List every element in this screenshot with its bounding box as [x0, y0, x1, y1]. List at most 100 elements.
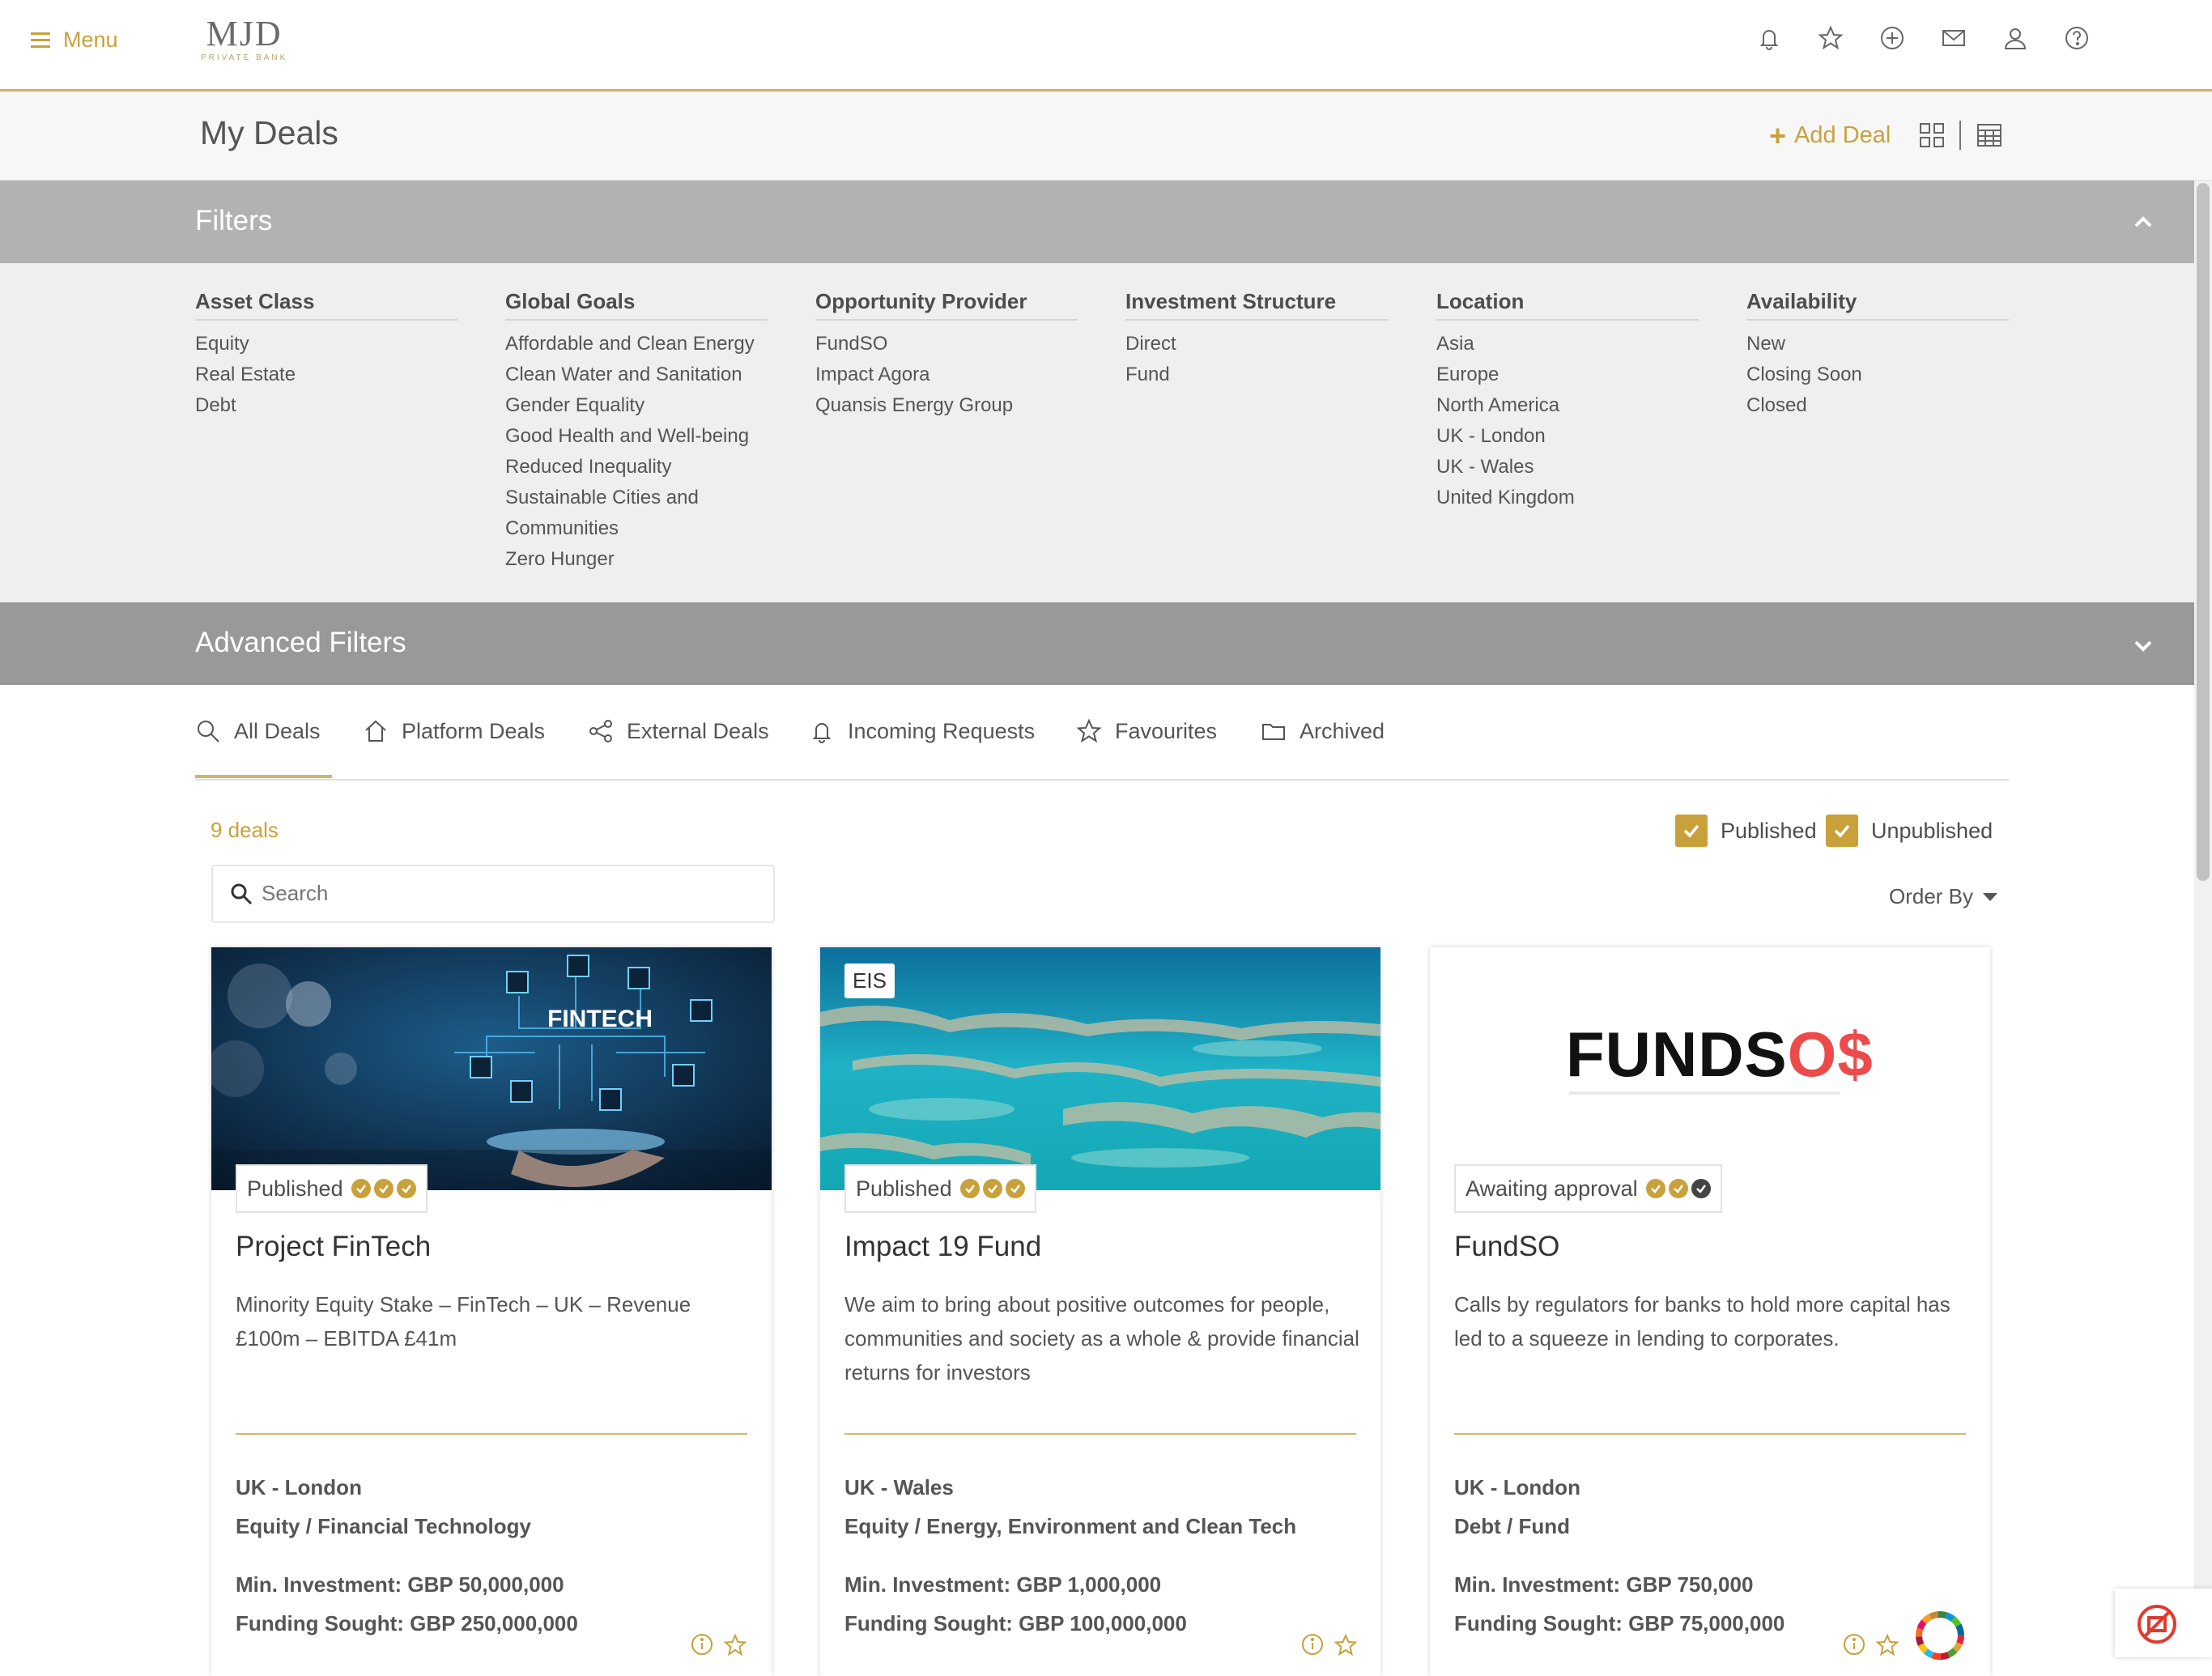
- info-icon[interactable]: [691, 1633, 713, 1656]
- funding-sought: Funding Sought: GBP 100,000,000: [844, 1611, 1187, 1636]
- tab-all-deals[interactable]: All Deals: [195, 718, 321, 744]
- favourite-star-icon[interactable]: [723, 1633, 747, 1657]
- filter-option[interactable]: New: [1746, 329, 2009, 359]
- divider: [236, 1433, 747, 1435]
- filters-header[interactable]: Filters: [0, 181, 2194, 263]
- filter-option[interactable]: Real Estate: [195, 359, 457, 390]
- filter-option[interactable]: Europe: [1436, 359, 1699, 390]
- filter-option[interactable]: North America: [1436, 390, 1699, 421]
- logo-text-red: O$: [1787, 1019, 1874, 1090]
- order-by-dropdown[interactable]: Order By: [1889, 884, 1998, 909]
- star-icon: [1076, 718, 1102, 743]
- deal-image: FUNDSO$: [1430, 947, 1990, 1190]
- unpublished-checkbox[interactable]: Unpublished: [1826, 815, 1993, 847]
- filter-column-availability: Availability New Closing Soon Closed: [1746, 289, 2009, 421]
- deal-location: UK - London: [236, 1475, 362, 1499]
- deal-title[interactable]: Impact 19 Fund: [844, 1231, 1041, 1263]
- deal-title[interactable]: Project FinTech: [236, 1231, 431, 1263]
- tab-favourites[interactable]: Favourites: [1076, 718, 1217, 744]
- filter-option[interactable]: United Kingdom: [1436, 483, 1699, 513]
- filter-option[interactable]: Quansis Energy Group: [815, 390, 1078, 421]
- deal-count: 9 deals: [211, 818, 279, 842]
- caret-down-icon: [1983, 892, 1998, 901]
- favourite-star-icon[interactable]: [1875, 1633, 1899, 1657]
- tab-incoming-requests[interactable]: Incoming Requests: [809, 718, 1035, 744]
- filter-option[interactable]: Closed: [1746, 390, 2009, 421]
- filter-option[interactable]: Communities: [505, 513, 768, 544]
- check-circle-icon: [1005, 1179, 1025, 1198]
- grid-view-icon[interactable]: [1919, 122, 1945, 148]
- status-badge: Published: [236, 1164, 428, 1213]
- info-icon[interactable]: [1301, 1633, 1324, 1656]
- filter-heading: Opportunity Provider: [815, 289, 1078, 321]
- add-deal-button[interactable]: + Add Deal: [1769, 118, 1891, 152]
- filter-option[interactable]: Sustainable Cities and: [505, 483, 768, 513]
- min-investment: Min. Investment: GBP 50,000,000: [236, 1572, 564, 1597]
- fundso-logo: FUNDSO$: [1566, 1022, 1874, 1087]
- deal-card[interactable]: EIS Published Impact 19 Fund We aim to b…: [820, 947, 1380, 1676]
- search-box: [211, 865, 775, 923]
- deal-title[interactable]: FundSO: [1454, 1231, 1559, 1263]
- deal-category: Equity / Energy, Environment and Clean T…: [844, 1514, 1297, 1538]
- advanced-filters-title: Advanced Filters: [195, 627, 406, 658]
- filter-option[interactable]: Direct: [1125, 329, 1388, 359]
- eis-tag: EIS: [844, 963, 895, 998]
- filter-option[interactable]: Affordable and Clean Energy: [505, 329, 768, 359]
- funding-sought: Funding Sought: GBP 75,000,000: [1454, 1611, 1785, 1636]
- checkmark-icon: [1826, 815, 1858, 847]
- tab-label: Favourites: [1115, 718, 1218, 743]
- deal-image: FINTECH: [211, 947, 772, 1190]
- filter-option[interactable]: Asia: [1436, 329, 1699, 359]
- filter-option[interactable]: Debt: [195, 390, 457, 421]
- scrollbar-thumb[interactable]: [2197, 183, 2210, 881]
- bell-icon[interactable]: [1755, 24, 1783, 52]
- check-circle-icon: [1691, 1179, 1711, 1198]
- deal-card[interactable]: FINTECH Published Project FinTech Minori…: [211, 947, 772, 1676]
- approval-ticks: [351, 1179, 416, 1198]
- deal-card[interactable]: FUNDSO$ Awaiting approval FundSO Calls b…: [1430, 947, 1990, 1676]
- search-input[interactable]: [260, 876, 749, 910]
- info-icon[interactable]: [1843, 1633, 1865, 1656]
- filter-option[interactable]: Zero Hunger: [505, 544, 768, 575]
- filter-option[interactable]: FundSO: [815, 329, 1078, 359]
- plus-circle-icon[interactable]: [1878, 24, 1906, 52]
- tab-external-deals[interactable]: External Deals: [588, 718, 769, 744]
- filter-heading: Availability: [1746, 289, 2009, 321]
- plus-icon: +: [1769, 118, 1787, 152]
- filter-option[interactable]: Clean Water and Sanitation: [505, 359, 768, 390]
- filter-option[interactable]: Gender Equality: [505, 390, 768, 421]
- tab-platform-deals[interactable]: Platform Deals: [363, 718, 545, 744]
- filter-option[interactable]: Reduced Inequality: [505, 452, 768, 483]
- user-icon[interactable]: [2001, 24, 2029, 52]
- deal-description: Minority Equity Stake – FinTech – UK – R…: [236, 1292, 691, 1351]
- help-icon[interactable]: [2063, 24, 2091, 52]
- table-view-icon[interactable]: [1976, 123, 2002, 147]
- star-icon[interactable]: [1817, 24, 1844, 52]
- check-circle-icon: [373, 1179, 393, 1198]
- advanced-filters-header[interactable]: Advanced Filters: [0, 602, 2194, 685]
- tab-label: Incoming Requests: [848, 718, 1036, 743]
- menu-button[interactable]: Menu: [31, 28, 118, 53]
- floating-widget[interactable]: [2115, 1589, 2212, 1657]
- tab-archived[interactable]: Archived: [1261, 718, 1385, 744]
- folder-icon: [1262, 724, 1285, 740]
- mail-icon[interactable]: [1940, 24, 1967, 52]
- published-checkbox[interactable]: Published: [1675, 815, 1817, 847]
- filter-column-location: Location Asia Europe North America UK - …: [1436, 289, 1699, 513]
- chevron-down-icon[interactable]: [2133, 635, 2154, 656]
- filter-option[interactable]: Fund: [1125, 359, 1388, 390]
- filter-option[interactable]: Impact Agora: [815, 359, 1078, 390]
- check-circle-icon: [396, 1179, 416, 1198]
- search-icon: [231, 883, 253, 905]
- filter-option[interactable]: UK - London: [1436, 421, 1699, 452]
- filter-option[interactable]: Equity: [195, 329, 457, 359]
- filter-option[interactable]: Good Health and Well-being: [505, 421, 768, 452]
- chevron-up-icon[interactable]: [2133, 211, 2154, 232]
- favourite-star-icon[interactable]: [1334, 1633, 1358, 1657]
- filter-option[interactable]: Closing Soon: [1746, 359, 2009, 390]
- filter-option[interactable]: UK - Wales: [1436, 452, 1699, 483]
- filter-heading: Location: [1436, 289, 1699, 321]
- check-circle-icon: [982, 1179, 1002, 1198]
- brand-logo[interactable]: MJD PRIVATE BANK: [201, 16, 287, 63]
- search-icon: [198, 721, 219, 742]
